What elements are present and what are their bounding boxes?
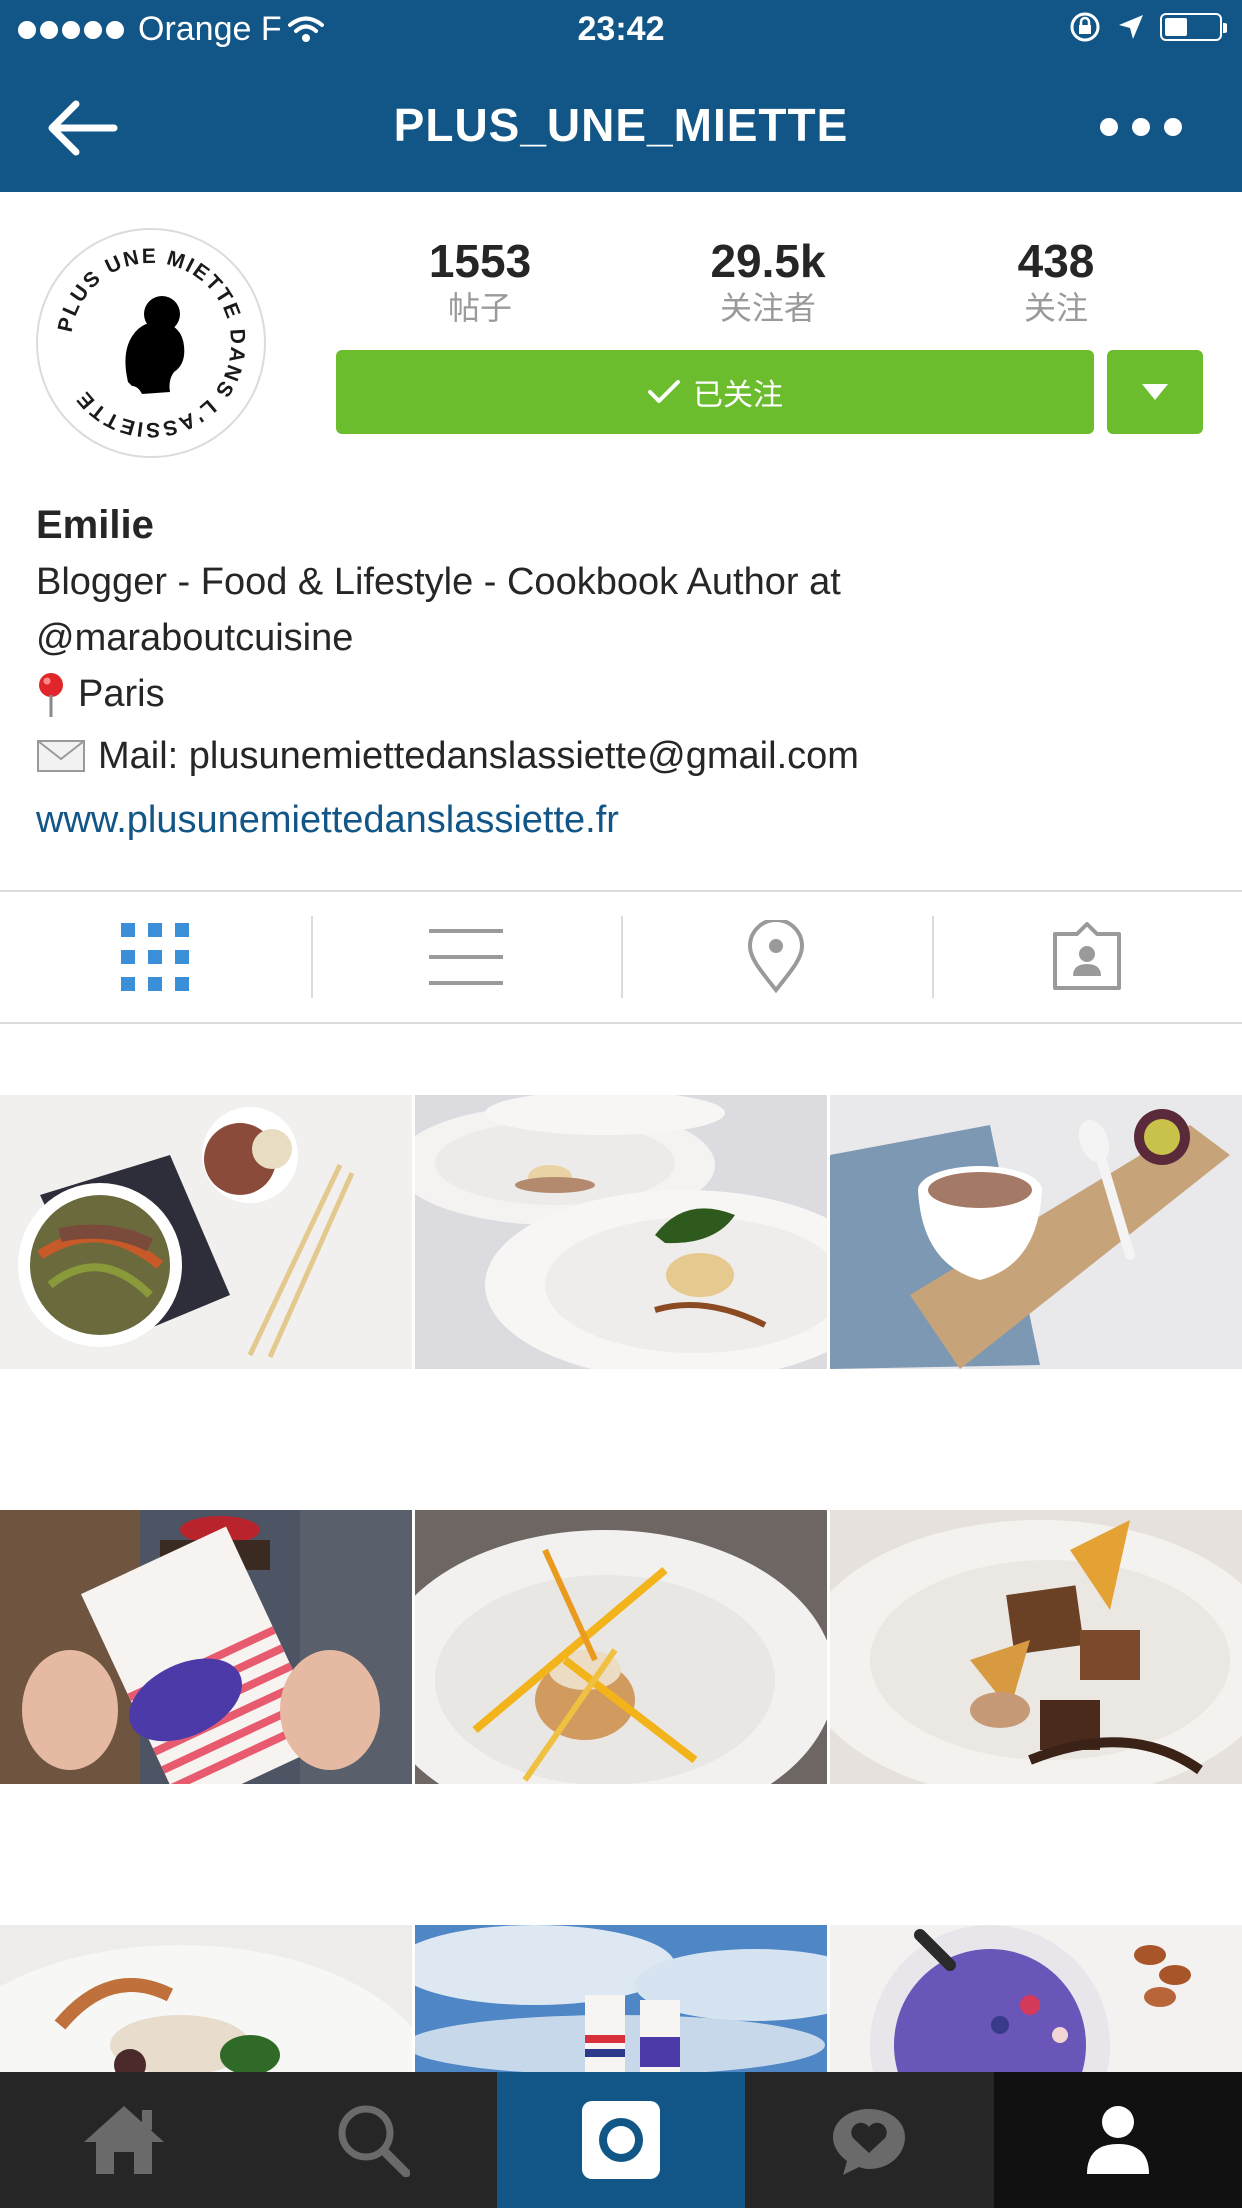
home-icon <box>84 2106 165 2174</box>
photo-thumbnail[interactable] <box>0 1095 412 1369</box>
photo-thumbnail[interactable] <box>0 1925 412 2072</box>
bio-mail-text: Mail: plusunemiettedanslassiette@gmail.c… <box>98 735 859 777</box>
bio-location-text: Paris <box>78 673 165 715</box>
navigation-bar: PLUS_UNE_MIETTE <box>0 62 1242 192</box>
bio-mention[interactable]: @maraboutcuisine <box>36 610 1216 666</box>
photo-chocolate-amour <box>0 1510 412 1784</box>
camera-icon <box>582 2101 661 2179</box>
rotation-lock-icon <box>1070 12 1100 42</box>
photo-smoothie-bowl <box>830 1925 1242 2072</box>
more-dots-icon[interactable] <box>1100 118 1182 136</box>
photo-thumbnail[interactable] <box>415 1510 827 1784</box>
bio-line-1: Blogger - Food & Lifestyle - Cookbook Au… <box>36 561 841 603</box>
suggestions-dropdown-button[interactable] <box>1107 350 1203 434</box>
photo-chocolate-sky <box>415 1925 827 2072</box>
profile-icon <box>1086 2106 1149 2174</box>
followers-count[interactable]: 29.5k 关注者 <box>658 232 878 326</box>
photo-thumbnail[interactable] <box>415 1925 827 2072</box>
photo-grid-row <box>0 1095 1242 1369</box>
battery-icon <box>1160 13 1227 41</box>
tab-home[interactable] <box>0 2072 248 2208</box>
tab-photo-map[interactable] <box>621 892 932 1022</box>
tab-search[interactable] <box>248 2072 496 2208</box>
bio-location: Paris <box>36 666 1216 722</box>
photo-grid-row <box>0 1510 1242 1784</box>
round-pushpin-icon <box>39 673 63 717</box>
avatar[interactable]: PLUS UNE MIETTE DANS L'ASSIETTE <box>36 228 266 458</box>
location-arrow-icon <box>1119 15 1143 39</box>
silhouette-icon <box>125 296 185 394</box>
following-count-label: 关注 <box>1023 290 1088 326</box>
bio-mail: Mail: plusunemiettedanslassiette@gmail.c… <box>36 728 1216 784</box>
posts-count-value: 1553 <box>428 235 532 287</box>
activity-heart-icon <box>833 2109 906 2175</box>
photo-thumbnail[interactable] <box>830 1925 1242 2072</box>
tab-activity[interactable] <box>745 2072 993 2208</box>
photo-thumbnail[interactable] <box>830 1095 1242 1369</box>
following-button[interactable]: 已关注 <box>336 350 1094 434</box>
checkmark-icon <box>648 380 680 403</box>
photo-thumbnail[interactable] <box>0 1510 412 1784</box>
tab-tagged-photos[interactable] <box>931 892 1242 1022</box>
following-count-value: 438 <box>1017 235 1095 287</box>
profile-view-tabs <box>0 890 1242 1024</box>
search-icon <box>338 2105 410 2177</box>
posts-count-label: 帖子 <box>447 290 512 326</box>
tab-grid-view[interactable] <box>0 892 311 1022</box>
profile-bio: Emilie Blogger - Food & Lifestyle - Cook… <box>36 496 1216 848</box>
photo-brownie-dessert <box>830 1510 1242 1784</box>
photo-plated-dish <box>0 1925 412 2072</box>
tab-camera[interactable] <box>496 2072 746 2208</box>
bottom-tab-bar <box>0 2072 1242 2208</box>
status-right <box>1068 10 1227 44</box>
tab-list-view[interactable] <box>310 892 622 1022</box>
location-pin-icon <box>748 920 805 994</box>
envelope-icon <box>37 740 85 772</box>
page-title: PLUS_UNE_MIETTE <box>393 99 849 151</box>
followers-count-value: 29.5k <box>710 235 826 287</box>
photo-plated-dessert <box>415 1510 827 1784</box>
posts-count[interactable]: 1553 帖子 <box>370 232 590 326</box>
status-time: 23:42 <box>577 10 665 48</box>
profile-website-link[interactable]: www.plusunemiettedanslassiette.fr <box>36 792 1216 848</box>
list-view-icon <box>428 929 503 985</box>
following-count[interactable]: 438 关注 <box>946 232 1166 326</box>
status-bar: Orange F 23:42 <box>0 0 1242 62</box>
photo-salad-bowls <box>0 1095 412 1369</box>
photo-thumbnail[interactable] <box>830 1510 1242 1784</box>
avatar-logo: PLUS UNE MIETTE DANS L'ASSIETTE <box>54 245 248 441</box>
following-button-label: 已关注 <box>693 378 783 413</box>
caret-down-icon <box>1142 384 1168 400</box>
tab-profile[interactable] <box>993 2072 1242 2208</box>
profile-name: Emilie <box>36 503 154 547</box>
followers-count-label: 关注者 <box>719 290 816 326</box>
photo-scallop-plates <box>415 1095 827 1369</box>
photo-thumbnail[interactable] <box>415 1095 827 1369</box>
tagged-photos-icon <box>1052 922 1121 990</box>
grid-view-icon <box>121 923 190 991</box>
photo-chocolate-mousse <box>830 1095 1242 1369</box>
